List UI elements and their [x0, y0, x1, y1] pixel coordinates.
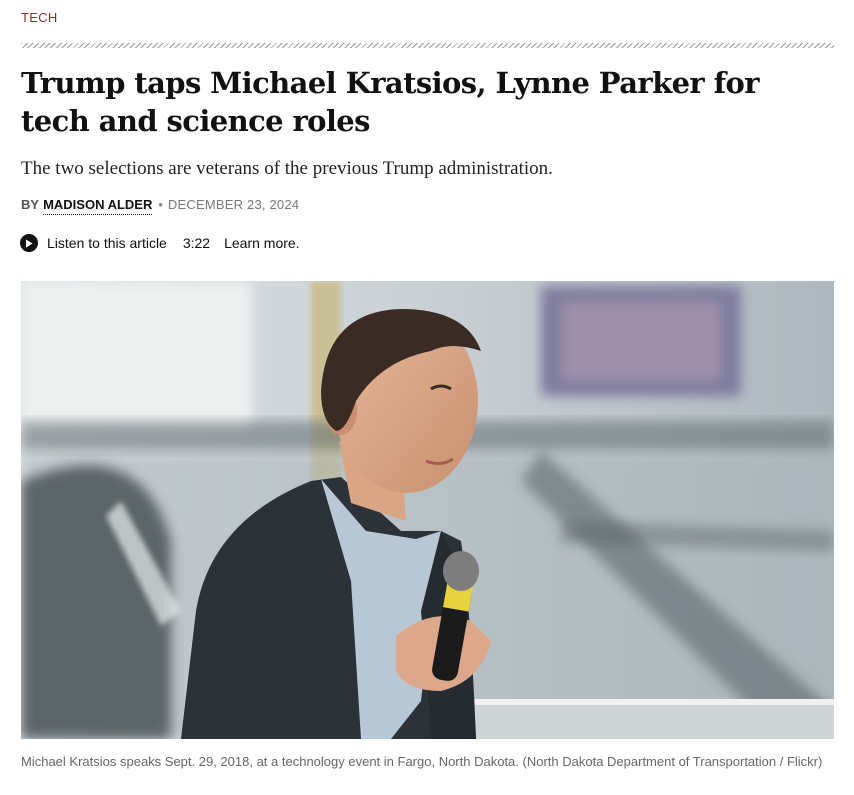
photo-caption: Michael Kratsios speaks Sept. 29, 2018, … [21, 754, 823, 769]
category-link[interactable]: TECH [21, 10, 58, 25]
byline-prefix: BY [21, 197, 40, 212]
byline: BY MADISON ALDER • DECEMBER 23, 2024 [21, 197, 299, 215]
audio-duration: 3:22 [182, 235, 211, 251]
listen-article-button[interactable]: Listen to this article [47, 235, 167, 251]
audio-player: Listen to this article 3:22 Learn more. [20, 233, 300, 253]
article-headline: Trump taps Michael Kratsios, Lynne Parke… [21, 66, 760, 138]
author-link[interactable]: MADISON ALDER [43, 197, 153, 215]
play-icon[interactable] [20, 234, 38, 252]
publish-date: DECEMBER 23, 2024 [167, 197, 300, 212]
section-divider [21, 43, 834, 48]
article-photo [21, 281, 834, 739]
byline-separator: • [158, 197, 163, 212]
learn-more-link[interactable]: Learn more. [224, 235, 299, 251]
article-dek: The two selections are veterans of the p… [21, 158, 553, 179]
